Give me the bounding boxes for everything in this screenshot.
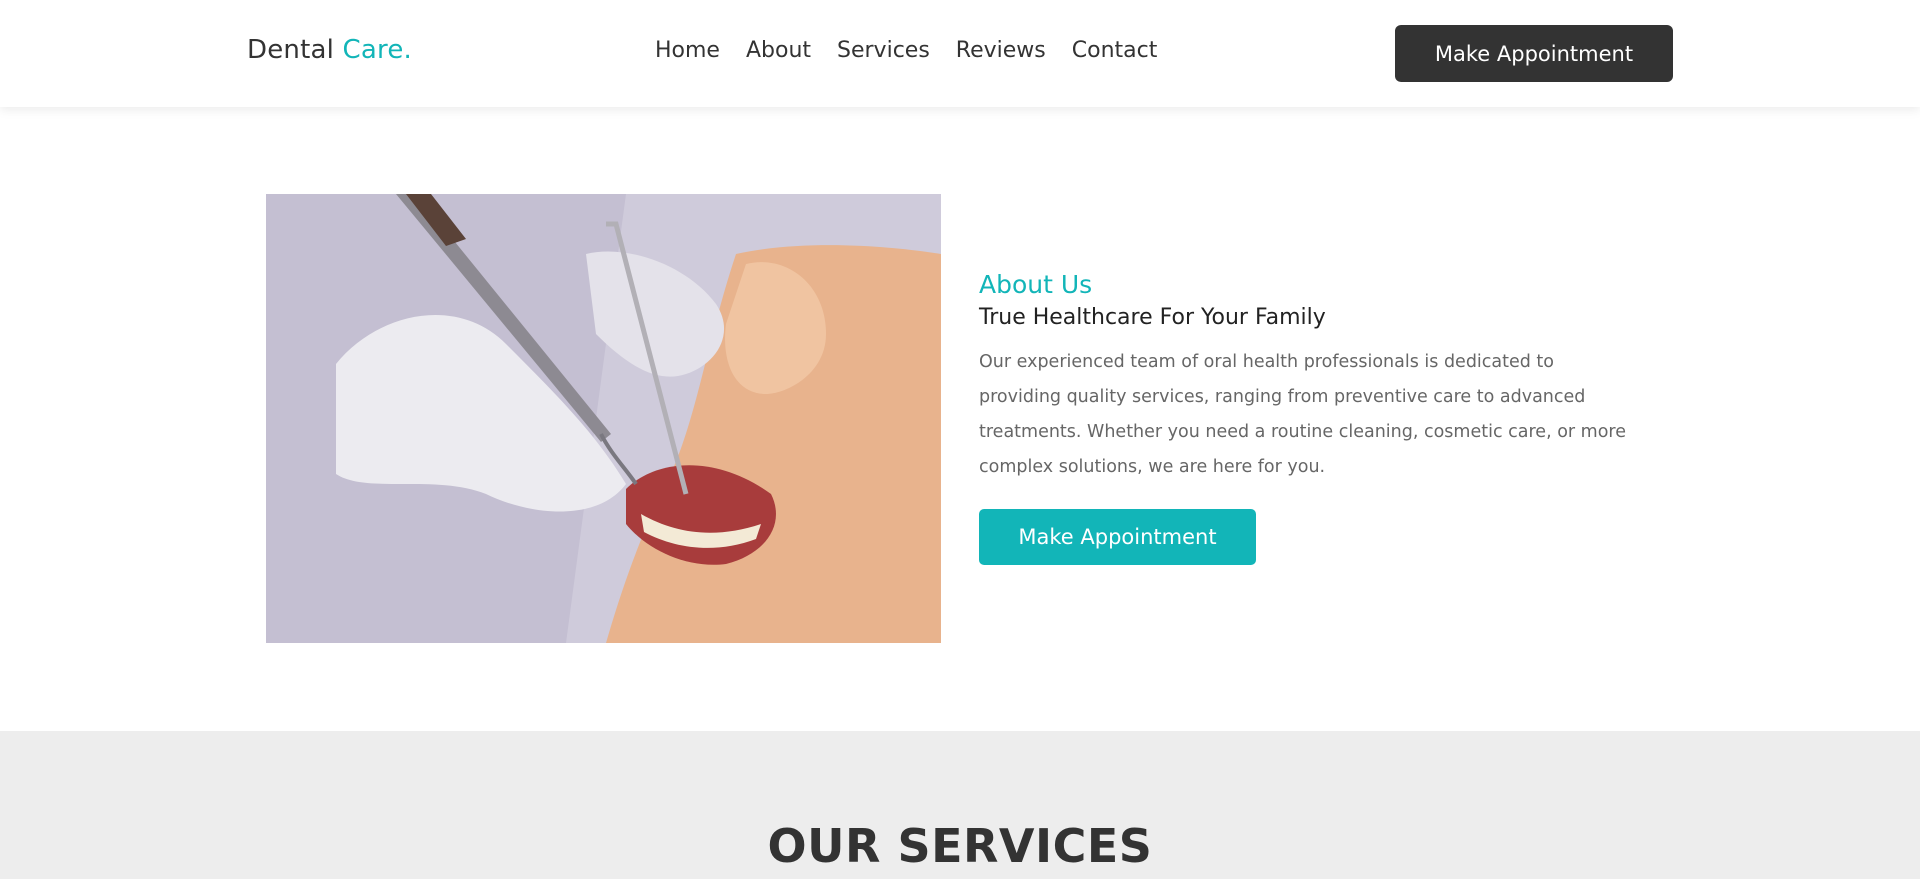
site-logo[interactable]: Dental Care. — [247, 35, 412, 65]
nav-link-reviews[interactable]: Reviews — [956, 38, 1046, 63]
services-title: OUR SERVICES — [767, 819, 1153, 873]
about-text-block: About Us True Healthcare For Your Family… — [979, 270, 1659, 565]
make-appointment-nav-button[interactable]: Make Appointment — [1395, 25, 1673, 82]
nav-link-home[interactable]: Home — [655, 38, 720, 63]
nav-link-services[interactable]: Services — [837, 38, 930, 63]
about-kicker: About Us — [979, 270, 1093, 299]
services-section: OUR SERVICES — [0, 731, 1920, 879]
top-navbar: Dental Care. Home About Services Reviews… — [0, 0, 1920, 107]
main-nav: Home About Services Reviews Contact — [655, 38, 1157, 63]
about-section: About Us True Healthcare For Your Family… — [0, 107, 1920, 731]
dental-exam-photo — [266, 194, 941, 643]
logo-main-text: Dental — [247, 35, 335, 65]
make-appointment-button[interactable]: Make Appointment — [979, 509, 1256, 565]
nav-link-about[interactable]: About — [746, 38, 811, 63]
about-heading: True Healthcare For Your Family — [979, 305, 1326, 330]
nav-link-contact[interactable]: Contact — [1072, 38, 1158, 63]
dental-exam-illustration — [266, 194, 941, 643]
about-body-text: Our experienced team of oral health prof… — [979, 352, 1626, 477]
logo-accent-text: Care. — [342, 35, 412, 65]
